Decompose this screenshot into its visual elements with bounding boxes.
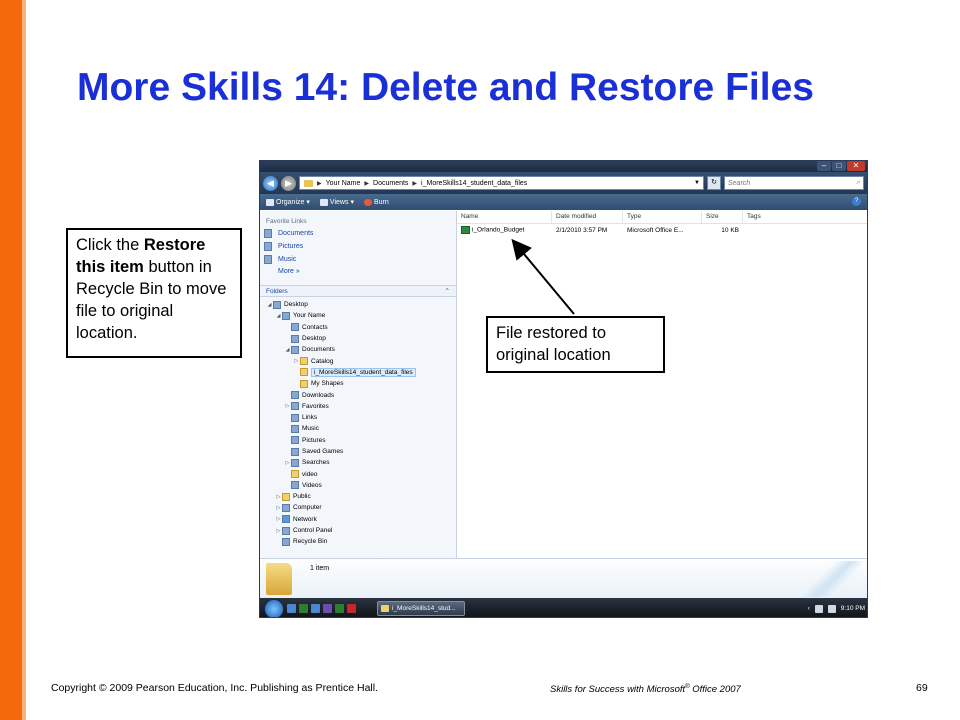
book-title-post: Office 2007 bbox=[689, 684, 741, 696]
arrow-line bbox=[511, 238, 575, 315]
book-title-pre: Skills for Success with Microsoft bbox=[550, 684, 686, 696]
copyright-footer: Copyright © 2009 Pearson Education, Inc.… bbox=[51, 682, 379, 694]
page-number: 69 bbox=[916, 682, 928, 694]
book-title-footer: Skills for Success with Microsoft® Offic… bbox=[550, 684, 741, 695]
callout-arrow bbox=[511, 238, 575, 315]
slide: More Skills 14: Delete and Restore Files… bbox=[0, 0, 960, 720]
